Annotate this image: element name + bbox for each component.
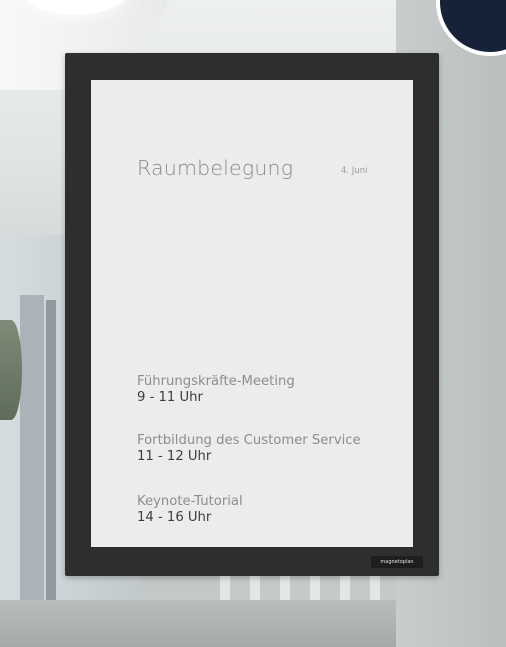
plant (0, 320, 22, 420)
event-time: 14 - 16 Uhr (137, 510, 212, 525)
event-item: Fortbildung des Customer Service 11 - 12… (137, 433, 361, 465)
event-time: 11 - 12 Uhr (137, 449, 212, 464)
pillar (46, 300, 56, 610)
event-name: Führungskräfte-Meeting (137, 374, 295, 389)
event-name: Keynote-Tutorial (137, 494, 243, 509)
event-item: Keynote-Tutorial 14 - 16 Uhr (137, 494, 243, 526)
brand-logo: magnetoplan (371, 556, 423, 568)
event-item: Führungskräfte-Meeting 9 - 11 Uhr (137, 374, 295, 406)
sign-paper: Raumbelegung 4. Juni Führungskräfte-Meet… (91, 80, 413, 547)
sign-title: Raumbelegung (137, 156, 294, 180)
sign-date: 4. Juni (341, 166, 368, 176)
pillar (20, 295, 44, 615)
event-name: Fortbildung des Customer Service (137, 433, 361, 448)
sign-frame: Raumbelegung 4. Juni Führungskräfte-Meet… (65, 53, 439, 576)
event-time: 9 - 11 Uhr (137, 390, 203, 405)
